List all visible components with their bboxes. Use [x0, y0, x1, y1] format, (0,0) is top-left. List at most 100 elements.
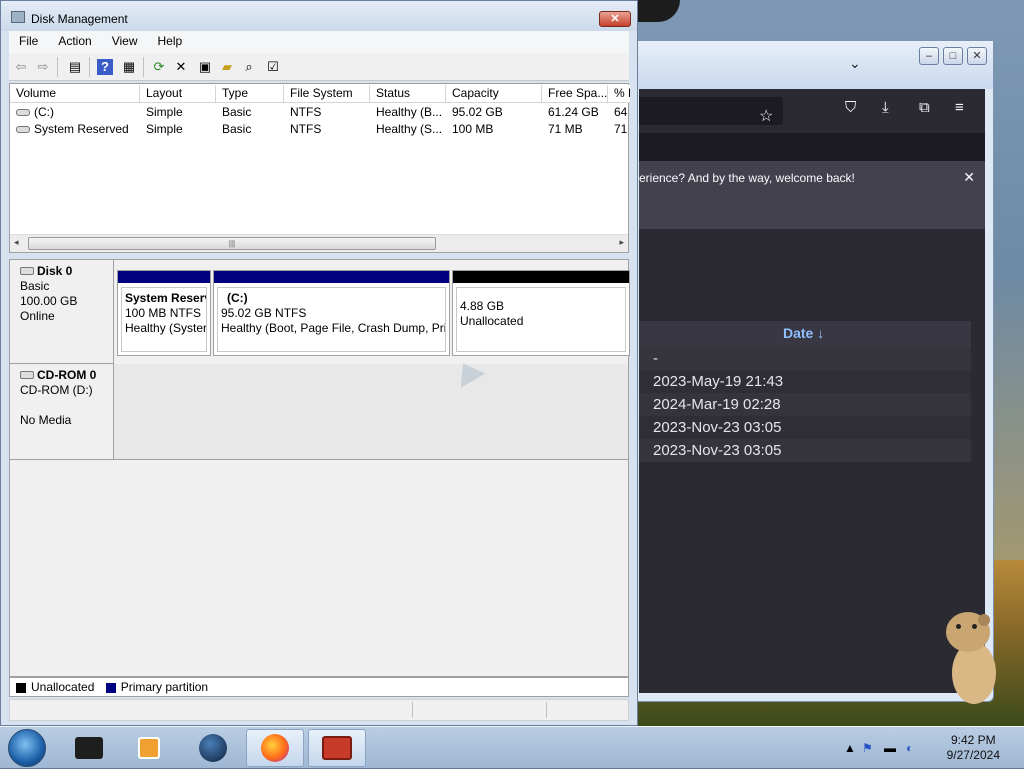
toolbar-separator: [57, 57, 58, 77]
column-header-file-system[interactable]: File System: [284, 85, 370, 103]
column-header-percent-free[interactable]: % F: [608, 85, 630, 103]
show-hidden-icons-chevron[interactable]: ▲: [844, 741, 856, 755]
partition-size: 95.02 GB NTFS: [221, 306, 307, 320]
scroll-left-arrow-icon[interactable]: ◂: [14, 237, 19, 248]
taskbar-media-player-icon[interactable]: [120, 729, 178, 767]
forward-arrow-icon[interactable]: ⇨: [35, 59, 51, 75]
toolbar: ⇦ ⇨ ▤ ? ▦ ⟳ ✕ ▣ ▰ ⌕ ☑: [9, 53, 629, 81]
volume-table-row[interactable]: System Reserved Simple Basic NTFS Healthy (S…: [10, 121, 628, 138]
close-window-button[interactable]: ✕: [967, 47, 987, 65]
properties-icon[interactable]: ▣: [197, 59, 213, 75]
partition-name: System Reserv: [125, 291, 207, 305]
hamster-mascot-icon: [942, 612, 1008, 704]
partition-size: 4.88 GB: [460, 299, 505, 313]
status-divider: [412, 702, 413, 718]
tab-list-chevron-icon[interactable]: ⌄: [849, 55, 861, 72]
search-icon[interactable]: ⌕: [241, 59, 257, 75]
date-table: Date ↓ -2023-May-19 21:43 2024-Mar-19 02:…: [639, 321, 971, 462]
clock[interactable]: 9:42 PM 9/27/2024: [947, 733, 1000, 763]
disk-graphical-pane: Disk 0 Basic 100.00 GB Online System Res…: [9, 259, 630, 677]
cell-status: Healthy (B...: [376, 105, 443, 119]
help-icon[interactable]: ?: [97, 59, 113, 75]
scrollbar-thumb[interactable]: |||: [28, 237, 436, 250]
cdrom-type: CD-ROM (D:): [20, 383, 93, 397]
disk-0-label[interactable]: Disk 0 Basic 100.00 GB Online: [10, 260, 114, 364]
cell-capacity: 100 MB: [452, 122, 494, 136]
notice-close-icon[interactable]: ✕: [963, 169, 975, 186]
date-row: 2024-Mar-19 02:28: [639, 393, 971, 416]
open-folder-icon[interactable]: ▰: [219, 59, 235, 75]
system-tray: ▲ ⚑ ▬ ◐ 9:42 PM 9/27/2024: [834, 727, 1024, 769]
welcome-notice-bar: erience? And by the way, welcome back! ✕: [639, 161, 985, 229]
toolbar-separator: [143, 57, 144, 77]
action-center-flag-icon[interactable]: ⚑: [862, 741, 873, 755]
status-bar: [9, 699, 629, 721]
volume-table-row[interactable]: (C:) Simple Basic NTFS Healthy (B... 95.02 GB…: [10, 104, 628, 121]
cdrom-name: CD-ROM 0: [37, 368, 97, 382]
delete-icon[interactable]: ✕: [173, 59, 189, 75]
cell-pct: 71: [614, 122, 628, 136]
disk-0-size: 100.00 GB: [20, 294, 78, 308]
downloads-icon[interactable]: ⤓: [882, 99, 889, 116]
firefox-window: ⌄ – □ ✕ ☆ ⛉ ⤓ ⧉ ≡ erience? And by the wa…: [618, 40, 994, 702]
cell-status: Healthy (S...: [376, 122, 443, 136]
taskbar-explorer-icon[interactable]: [60, 729, 118, 767]
partition-system-reserved[interactable]: System Reserv 100 MB NTFS Healthy (Syste…: [117, 270, 211, 356]
close-button[interactable]: ✕: [599, 11, 631, 27]
cell-fs: NTFS: [290, 105, 322, 119]
show-hide-console-tree-icon[interactable]: ▤: [67, 59, 83, 75]
legend-unallocated: Unallocated: [31, 680, 95, 694]
column-header-capacity[interactable]: Capacity: [446, 85, 542, 103]
volume-icon[interactable]: ◐: [906, 741, 913, 755]
check-icon[interactable]: ☑: [265, 59, 281, 75]
window-title-bar: Disk Management ✕: [1, 1, 637, 31]
pocket-icon[interactable]: ⛉: [845, 99, 856, 116]
partition-color-bar: [453, 271, 629, 283]
back-arrow-icon[interactable]: ⇦: [13, 59, 29, 75]
taskbar-disk-management-icon[interactable]: [308, 729, 366, 767]
extensions-icon[interactable]: ⧉: [919, 99, 930, 116]
column-header-status[interactable]: Status: [370, 85, 446, 103]
partition-color-bar: [214, 271, 449, 283]
maximize-button[interactable]: □: [943, 47, 963, 65]
show-action-pane-icon[interactable]: ▦: [121, 59, 137, 75]
taskbar-browser-globe-icon[interactable]: [184, 729, 242, 767]
partition-color-bar: [118, 271, 210, 283]
disk-management-window: Disk Management ✕ File Action View Help …: [0, 0, 638, 726]
cell-type: Basic: [222, 122, 252, 136]
date-column-header[interactable]: Date ↓: [639, 321, 971, 347]
legend-primary: Primary partition: [120, 680, 209, 694]
menu-action[interactable]: Action: [48, 31, 101, 53]
menu-help[interactable]: Help: [148, 31, 193, 53]
date-row: 2023-Nov-23 03:05: [639, 439, 971, 462]
refresh-icon[interactable]: ⟳: [151, 59, 167, 75]
menu-file[interactable]: File: [9, 31, 48, 53]
column-header-layout[interactable]: Layout: [140, 85, 216, 103]
window-title: Disk Management: [31, 12, 128, 26]
partition-unallocated[interactable]: 4.88 GB Unallocated: [452, 270, 630, 356]
notice-text: erience? And by the way, welcome back!: [639, 171, 855, 185]
menu-view[interactable]: View: [102, 31, 148, 53]
scroll-right-arrow-icon[interactable]: ▸: [619, 237, 624, 248]
minimize-button[interactable]: –: [919, 47, 939, 65]
date-row: -: [639, 347, 971, 370]
partition-name: (C:): [227, 291, 248, 305]
column-header-free-space[interactable]: Free Spa...: [542, 85, 608, 103]
start-button[interactable]: [8, 729, 46, 767]
bookmark-star-icon[interactable]: ☆: [759, 106, 773, 126]
menu-bar: File Action View Help: [9, 31, 629, 53]
menu-hamburger-icon[interactable]: ≡: [955, 99, 964, 116]
firefox-page: Date ↓ -2023-May-19 21:43 2024-Mar-19 02:…: [639, 229, 985, 693]
column-header-type[interactable]: Type: [216, 85, 284, 103]
firefox-navbar: ☆ ⛉ ⤓ ⧉ ≡: [639, 89, 985, 133]
disk-0-state: Online: [20, 309, 55, 323]
toolbar-separator: [89, 57, 90, 77]
column-header-volume[interactable]: Volume: [10, 85, 140, 103]
url-bar[interactable]: ☆: [639, 97, 783, 125]
cell-layout: Simple: [146, 122, 183, 136]
taskbar-firefox-icon[interactable]: [246, 729, 304, 767]
cdrom-0-label[interactable]: CD-ROM 0 CD-ROM (D:) No Media: [10, 364, 114, 460]
partition-c-drive[interactable]: (C:) 95.02 GB NTFS Healthy (Boot, Page F…: [213, 270, 450, 356]
network-icon[interactable]: ▬: [884, 741, 896, 755]
horizontal-scrollbar[interactable]: ◂ ||| ▸: [10, 234, 628, 252]
